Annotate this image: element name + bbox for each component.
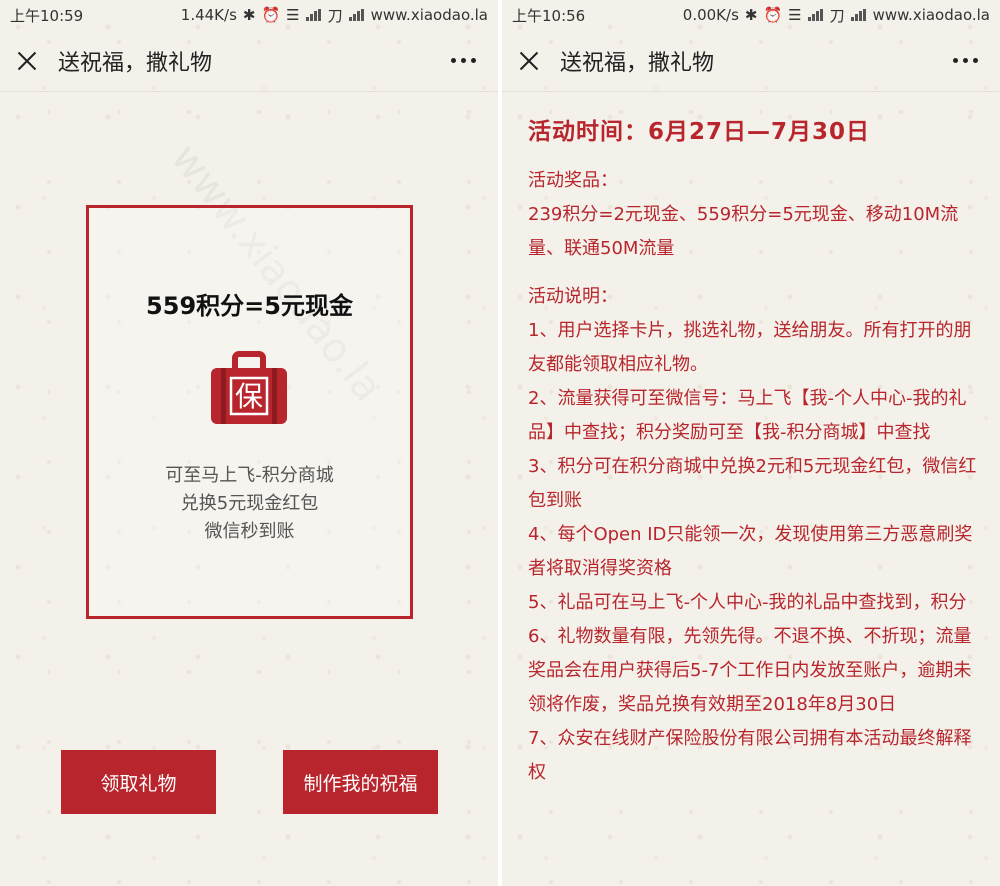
activity-details: 活动时间：6月27日—7月30日 活动奖品： 239积分=2元现金、559积分=… xyxy=(528,112,983,790)
close-icon[interactable] xyxy=(16,50,38,72)
signal-icon xyxy=(305,9,322,21)
status-bar: 上午10:56 0.00K/s ✱ ⏰ ☰ 刀 www.xiaodao.la xyxy=(502,0,1000,30)
page-title: 送祝福，撒礼物 xyxy=(560,50,715,76)
nfc-icon: ☰ xyxy=(286,6,300,24)
claim-gift-button[interactable]: 领取礼物 xyxy=(61,750,216,814)
site-label: www.xiaodao.la xyxy=(370,6,488,24)
rule-item: 7、众安在线财产保险股份有限公司拥有本活动最终解释权 xyxy=(528,728,972,783)
screenshot-pair: 上午10:59 1.44K/s ✱ ⏰ ☰ 刀 www.xiaodao.la 送… xyxy=(0,0,1000,886)
card-description: 可至马上飞-积分商城 兑换5元现金红包 微信秒到账 xyxy=(165,465,334,542)
page-title: 送祝福，撒礼物 xyxy=(58,50,213,76)
gift-card: 559积分=5元现金 保 可至马上飞-积分商城 兑换5元现金红包 微信秒到账 xyxy=(86,205,413,619)
rule-item: 4、每个Open ID只能领一次，发现使用第三方恶意刷奖者将取消得奖资格 xyxy=(528,524,973,579)
more-menu-icon[interactable] xyxy=(445,52,482,69)
nav-bar: 送祝福，撒礼物 xyxy=(0,30,498,92)
rule-item: 6、礼物数量有限，先领先得。不退不换、不折现；流量奖品会在用户获得后5-7个工作… xyxy=(528,626,972,715)
status-time: 上午10:56 xyxy=(512,6,586,25)
network-speed: 0.00K/s xyxy=(682,6,739,24)
rule-item: 5、礼品可在马上飞-个人中心-我的礼品中查找到，积分 xyxy=(528,592,967,613)
signal-icon xyxy=(807,9,824,21)
carrier-name: 刀 xyxy=(327,6,343,25)
status-time: 上午10:59 xyxy=(10,6,84,25)
rule-item: 2、流量获得可至微信号：马上飞【我-个人中心-我的礼品】中查找；积分奖励可至【我… xyxy=(528,388,967,443)
close-icon[interactable] xyxy=(518,50,540,72)
prizes-label: 活动奖品： xyxy=(528,170,618,191)
site-label: www.xiaodao.la xyxy=(872,6,990,24)
rules-list: 1、用户选择卡片，挑选礼物，送给朋友。所有打开的朋友都能领取相应礼物。 2、流量… xyxy=(528,314,983,790)
more-menu-icon[interactable] xyxy=(947,52,984,69)
rule-item: 1、用户选择卡片，挑选礼物，送给朋友。所有打开的朋友都能领取相应礼物。 xyxy=(528,320,972,375)
insurance-bag-icon: 保 xyxy=(211,351,287,424)
signal-icon-2 xyxy=(348,9,365,21)
make-greeting-button[interactable]: 制作我的祝福 xyxy=(283,750,438,814)
left-screen: 上午10:59 1.44K/s ✱ ⏰ ☰ 刀 www.xiaodao.la 送… xyxy=(0,0,498,886)
rule-item: 3、积分可在积分商城中兑换2元和5元现金红包，微信红包到账 xyxy=(528,456,977,511)
bluetooth-icon: ✱ xyxy=(242,6,256,24)
signal-icon-2 xyxy=(850,9,867,21)
alarm-icon: ⏰ xyxy=(261,6,281,24)
rules-label: 活动说明： xyxy=(528,286,618,307)
nfc-icon: ☰ xyxy=(788,6,802,24)
nav-bar: 送祝福，撒礼物 xyxy=(502,30,1000,92)
right-screen: 上午10:56 0.00K/s ✱ ⏰ ☰ 刀 www.xiaodao.la 送… xyxy=(502,0,1000,886)
bluetooth-icon: ✱ xyxy=(744,6,758,24)
network-speed: 1.44K/s xyxy=(180,6,237,24)
carrier-name: 刀 xyxy=(829,6,845,25)
alarm-icon: ⏰ xyxy=(763,6,783,24)
activity-time-title: 活动时间：6月27日—7月30日 xyxy=(528,119,871,145)
svg-text:保: 保 xyxy=(235,380,263,413)
card-title: 559积分=5元现金 xyxy=(146,292,353,320)
status-bar: 上午10:59 1.44K/s ✱ ⏰ ☰ 刀 www.xiaodao.la xyxy=(0,0,498,30)
prizes-text: 239积分=2元现金、559积分=5元现金、移动10M流量、联通50M流量 xyxy=(528,204,959,259)
